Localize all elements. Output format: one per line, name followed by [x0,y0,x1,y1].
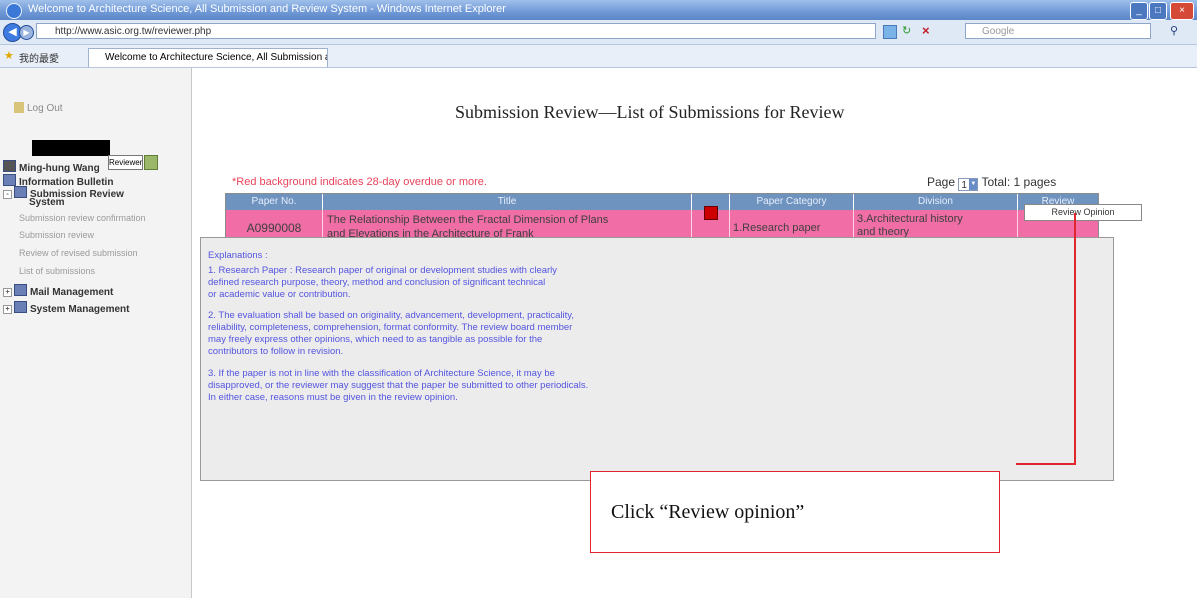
role-select-arrow-icon[interactable] [144,155,158,170]
page-select[interactable]: 1 ▼ [958,178,979,191]
close-window-button[interactable]: × [1170,2,1194,20]
folder-icon [14,301,27,313]
header-division: Division [854,194,1018,210]
navigation-bar: ◀ ▶ http://www.asic.org.tw/reviewer.php … [0,20,1197,45]
search-icon[interactable]: ⚲ [1170,24,1178,37]
favorites-tab-bar: ★ 我的最愛 Welcome to Architecture Science, … [0,45,1197,68]
chevron-down-icon[interactable]: ▼ [969,179,978,190]
logout-icon [14,102,24,113]
refresh-icon[interactable]: ↻ [902,24,911,37]
explanation-line: or academic value or contribution. [208,289,351,300]
folder-icon [14,284,27,296]
minimize-button[interactable]: _ [1130,2,1148,20]
explanation-line: may freely express other opinions, which… [208,334,543,345]
header-paper-category: Paper Category [730,194,854,210]
user-icon [3,160,16,172]
folder-icon [14,186,27,198]
explanation-line: disapproved, or the reviewer may suggest… [208,380,589,391]
sidebar: Log Out Ming-hung Wang Reviewer Informat… [0,68,192,598]
explanation-line: reliability, completeness, comprehension… [208,322,573,333]
callout-connector-vertical [1074,213,1076,465]
review-opinion-button[interactable]: Review Opinion [1024,204,1142,221]
page-select-value: 1 [961,180,967,191]
total-pages: Total: 1 pages [981,175,1057,189]
division-line1: 3.Architectural history [857,213,963,225]
window-title-bar: Welcome to Architecture Science, All Sub… [0,0,1197,20]
search-input[interactable]: Google [965,23,1151,39]
sidebar-item-submission-review-link[interactable]: Submission review [19,230,94,240]
sidebar-item-review-revised[interactable]: Review of revised submission [19,248,138,258]
user-name-label: Ming-hung Wang [19,163,100,174]
sidebar-item-label: System Management [30,304,130,315]
window-title: Welcome to Architecture Science, All Sub… [28,3,506,15]
header-paper-no: Paper No. [226,194,323,210]
favorites-star-icon[interactable]: ★ [4,49,14,62]
user-name: Ming-hung Wang [3,160,100,174]
expand-toggle-icon[interactable]: + [3,305,12,314]
compatibility-icon[interactable] [883,25,897,39]
paper-title-line1: The Relationship Between the Fractal Dim… [327,214,609,226]
explanations-heading: Explanations : [208,250,268,261]
expand-toggle-icon[interactable]: + [3,288,12,297]
role-select[interactable]: Reviewer [108,155,143,170]
browser-tab[interactable]: Welcome to Architecture Science, All Sub… [88,48,328,67]
explanation-line: In either case, reasons must be given in… [208,392,458,403]
download-file-icon[interactable] [704,206,718,220]
favorites-label[interactable]: 我的最愛 [19,50,59,65]
sidebar-item-list-submissions[interactable]: List of submissions [19,266,95,276]
callout-connector-horizontal [1016,463,1076,465]
folder-icon [3,174,16,186]
address-bar[interactable]: http://www.asic.org.tw/reviewer.php [36,23,876,39]
explanation-line: 2. The evaluation shall be based on orig… [208,310,574,321]
logout-label: Log Out [27,103,63,114]
pagination: Page 1 ▼ Total: 1 pages [927,175,1056,191]
header-title: Title [323,194,692,210]
explanation-line: defined research purpose, theory, method… [208,277,546,288]
explanation-line: 3. If the paper is not in line with the … [208,368,555,379]
callout-box: Click “Review opinion” [590,471,1000,553]
stop-icon[interactable]: × [922,23,930,38]
explanation-line: contributors to follow in revision. [208,346,344,357]
sidebar-item-system-management[interactable]: + System Management [3,301,129,315]
sidebar-item-submission-review-confirmation[interactable]: Submission review confirmation [19,213,146,223]
forward-arrow-icon[interactable]: ▶ [19,25,34,40]
sidebar-item-mail-management[interactable]: + Mail Management [3,284,113,298]
page-title: Submission Review—List of Submissions fo… [455,102,845,122]
page-label: Page [927,175,956,189]
collapse-toggle-icon[interactable]: - [3,190,12,199]
ie-logo-icon [6,3,22,19]
sidebar-item-system: System [29,197,65,208]
logout-link[interactable]: Log Out [14,102,63,114]
overdue-note: *Red background indicates 28-day overdue… [232,176,487,188]
callout-text: Click “Review opinion” [611,501,805,523]
explanation-line: 1. Research Paper : Research paper of or… [208,265,558,276]
sidebar-item-label: Mail Management [30,287,114,298]
redacted-block [32,140,110,156]
explanations-panel: Explanations : 1. Research Paper : Resea… [200,237,1114,481]
maximize-button[interactable]: □ [1149,2,1167,20]
